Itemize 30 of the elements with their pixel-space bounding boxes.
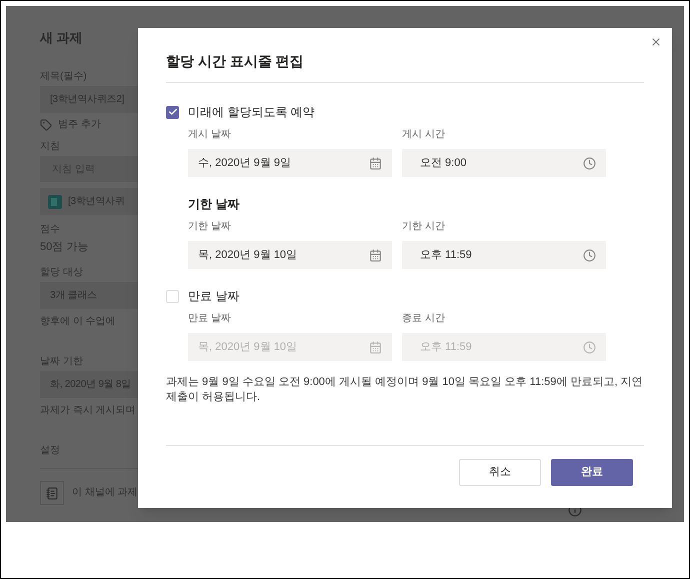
- close-icon: [650, 36, 662, 48]
- checkbox[interactable]: [166, 106, 179, 118]
- date-field[interactable]: 수, 2020년 9월 9일: [188, 149, 392, 177]
- form-title: 새 과제: [40, 30, 83, 45]
- time-field[interactable]: 오후 11:59: [402, 241, 606, 269]
- field-label: 만료 날짜: [188, 312, 232, 326]
- checkbox[interactable]: [166, 290, 179, 302]
- section-title: 만료 날짜: [188, 288, 240, 305]
- clock-icon: [583, 156, 596, 170]
- calendar-icon: [369, 248, 382, 262]
- field-label: 게시 시간: [402, 128, 446, 142]
- field-label: 기한 시간: [402, 220, 446, 234]
- calendar-icon: [369, 156, 382, 170]
- clock-icon: [583, 248, 596, 262]
- field-label: 게시 날짜: [188, 128, 232, 142]
- forms-icon: [48, 194, 62, 208]
- field-label: 기한 날짜: [188, 220, 232, 234]
- notebook-icon-box: [40, 481, 64, 505]
- clock-icon: [583, 340, 596, 354]
- summary-text: 과제는 9월 9일 수요일 오전 9:00에 게시될 예정이며 9월 10일 목요일 오후 11:59에 만료되고, 지연 제출이 허용됩니다.: [166, 375, 644, 405]
- cancel-button[interactable]: 취소: [459, 459, 541, 486]
- done-button[interactable]: 완료: [551, 459, 633, 486]
- calendar-icon: [369, 340, 382, 354]
- dialog-title: 할당 시간 표시줄 편집: [166, 53, 304, 69]
- time-field[interactable]: 오전 9:00: [402, 149, 606, 177]
- date-field[interactable]: 목, 2020년 9월 10일: [188, 241, 392, 269]
- tag-icon: [40, 119, 52, 131]
- field-label: 종료 시간: [402, 312, 446, 326]
- section-title: 미래에 할당되도록 예약: [188, 104, 315, 121]
- section-title: 기한 날짜: [188, 196, 240, 213]
